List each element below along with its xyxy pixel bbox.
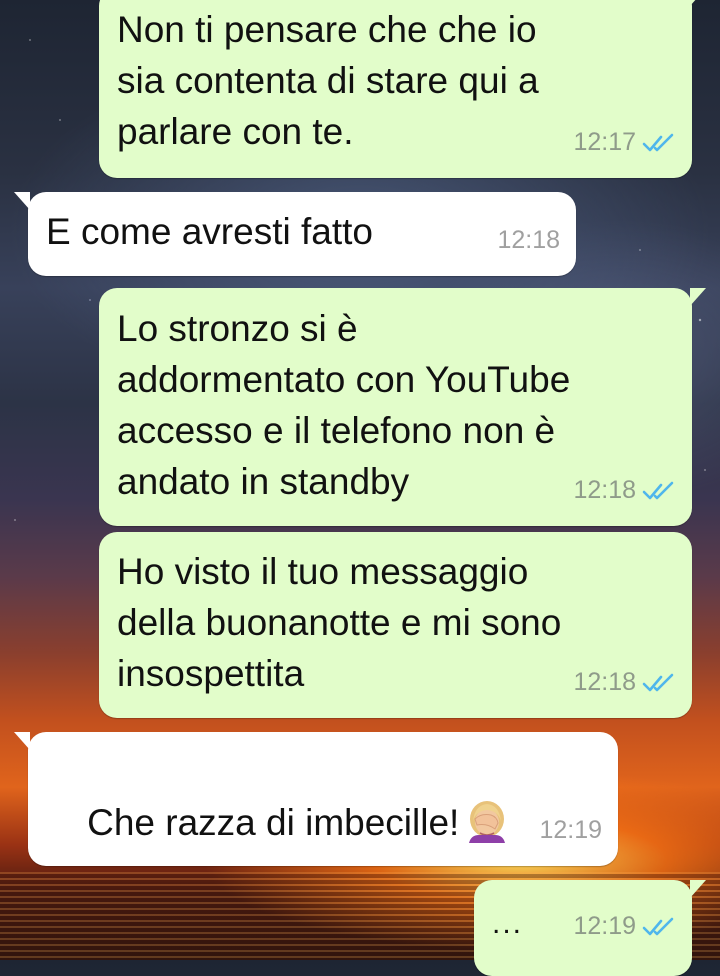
message-bubble-outgoing[interactable]: Ho visto il tuo messaggio della buonanot… (99, 532, 692, 718)
message-text: Che razza di imbecille! (87, 802, 460, 843)
message-time: 12:19 (573, 912, 636, 940)
message-time: 12:18 (573, 668, 636, 696)
message-time: 12:19 (539, 816, 602, 844)
message-meta: 12:19 (573, 901, 676, 952)
message-text: E come avresti fatto (46, 211, 373, 252)
message-bubble-incoming[interactable]: E come avresti fatto 12:18 (14, 192, 576, 276)
message-bubble-outgoing[interactable]: ... 12:19 (474, 880, 706, 976)
double-check-icon (642, 481, 674, 499)
message-bubble-outgoing[interactable]: Lo stronzo si è addormentato con YouTube… (99, 288, 706, 526)
double-check-icon (642, 133, 674, 151)
message-text-row: Che razza di imbecille! (28, 732, 618, 899)
message-meta: 12:18 (573, 465, 676, 516)
message-time: 12:18 (573, 476, 636, 504)
message-meta: 12:17 (573, 117, 676, 168)
message-bubble-outgoing[interactable]: Non ti pensare che che io sia contenta d… (99, 0, 706, 178)
message-time: 12:18 (497, 226, 560, 254)
message-meta: 12:18 (497, 215, 560, 266)
message-meta: 12:18 (573, 657, 676, 708)
double-check-icon (642, 673, 674, 691)
message-time: 12:17 (573, 128, 636, 156)
message-meta: 12:19 (539, 805, 602, 856)
message-bubble-incoming[interactable]: Che razza di imbecille! 12:19 (14, 732, 618, 866)
double-check-icon (642, 917, 674, 935)
woman-facepalming-emoji (469, 801, 506, 843)
